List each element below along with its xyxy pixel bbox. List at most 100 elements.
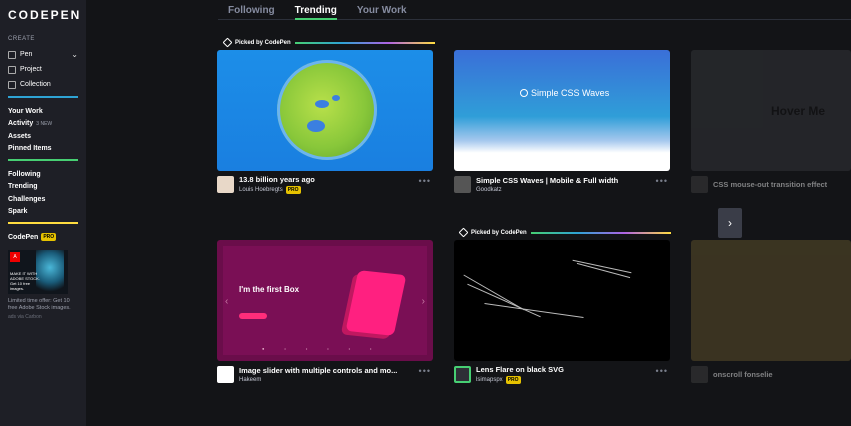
pen-preview-waves[interactable]: Simple CSS Waves: [454, 50, 670, 171]
slider-heading: I'm the first Box: [239, 285, 300, 294]
chevron-down-icon[interactable]: ⌄: [71, 50, 78, 59]
pen-card[interactable]: 13.8 billion years ago Louis Hoebregts PR…: [217, 50, 435, 195]
more-options-icon[interactable]: •••: [419, 176, 431, 186]
picked-gradient-line: [294, 41, 435, 44]
nav-pinned-items[interactable]: Pinned Items: [8, 143, 78, 156]
globe-lake: [332, 95, 340, 101]
pen-author[interactable]: Louis Hoebregts: [239, 187, 283, 193]
more-options-icon[interactable]: •••: [656, 176, 668, 186]
pen-meta: Simple CSS Waves | Mobile & Full width G…: [454, 171, 672, 195]
picked-text: Picked by CodePen: [235, 39, 291, 46]
nav-your-work[interactable]: Your Work: [8, 105, 78, 118]
lens-streak: [572, 259, 632, 274]
pen-author[interactable]: Goodkatz: [476, 187, 502, 193]
ad-via-carbon[interactable]: ads via Carbon: [8, 314, 78, 320]
lens-streak: [484, 303, 584, 318]
chevron-right-icon: ›: [728, 216, 732, 230]
nav-trending-label: Trending: [8, 183, 38, 191]
nav-codepen-pro[interactable]: CodePen PRO: [8, 231, 78, 244]
nav-assets[interactable]: Assets: [8, 130, 78, 143]
tab-following[interactable]: Following: [228, 0, 275, 20]
project-icon: [8, 65, 16, 74]
pen-meta: Image slider with multiple controls and …: [217, 361, 435, 385]
more-options-icon[interactable]: •••: [419, 366, 431, 376]
more-options-icon[interactable]: •••: [656, 366, 668, 376]
nav-your-work-label: Your Work: [8, 107, 43, 115]
globe-lake: [307, 120, 325, 132]
divider-yellow: [8, 222, 78, 224]
avatar[interactable]: [691, 175, 708, 193]
pen-title[interactable]: Image slider with multiple controls and …: [239, 366, 397, 375]
pen-preview-slider[interactable]: I'm the first Box ‹ › ● • • • • •: [217, 240, 433, 361]
sidebar-ad-image[interactable]: A MAKE IT WITH ADOBE STOCK. Get 10 free …: [8, 249, 68, 294]
avatar[interactable]: [454, 175, 471, 193]
create-collection-button[interactable]: Collection: [8, 77, 78, 92]
divider-green: [8, 159, 78, 161]
nav-pinned-items-label: Pinned Items: [8, 145, 52, 153]
nav-following-label: Following: [8, 170, 41, 178]
pen-meta: onscroll fonselie: [691, 361, 851, 385]
nav-activity[interactable]: Activity 3 NEW: [8, 118, 78, 131]
slider-pagination: ● • • • • •: [262, 346, 372, 351]
nav-trending[interactable]: Trending: [8, 181, 78, 194]
waves-preview-title: Simple CSS Waves: [520, 88, 609, 98]
codepen-icon: [222, 37, 233, 48]
avatar[interactable]: [454, 365, 471, 383]
ad-image-text: MAKE IT WITH ADOBE STOCK. Get 10 free im…: [10, 270, 40, 291]
codepen-logo[interactable]: CODEPEN: [8, 8, 79, 22]
pen-author[interactable]: lsimapspx: [476, 377, 503, 383]
pen-card[interactable]: Simple CSS Waves Simple CSS Waves | Mobi…: [454, 50, 672, 195]
tab-trending[interactable]: Trending: [294, 0, 337, 20]
avatar[interactable]: [217, 365, 234, 383]
pen-card[interactable]: onscroll fonselie: [691, 240, 851, 385]
pen-title[interactable]: CSS mouse-out transition effect: [713, 180, 827, 189]
pen-preview-grid[interactable]: [691, 240, 851, 361]
collection-icon: [8, 80, 16, 89]
picked-text: Picked by CodePen: [471, 229, 527, 236]
create-project-button[interactable]: Project: [8, 62, 78, 77]
pen-author[interactable]: Hakeem: [239, 377, 261, 383]
avatar[interactable]: [691, 365, 708, 383]
activity-new-badge: 3 NEW: [36, 120, 53, 127]
pen-icon: [8, 50, 16, 59]
avatar[interactable]: [217, 175, 234, 193]
picked-by-codepen-label: Picked by CodePen: [222, 37, 435, 48]
chevron-left-icon: ‹: [225, 296, 229, 307]
nav-challenges[interactable]: Challenges: [8, 193, 78, 206]
create-pen-label: Pen: [20, 51, 33, 58]
pen-card[interactable]: I'm the first Box ‹ › ● • • • • • Image slide…: [217, 240, 435, 385]
pen-title[interactable]: 13.8 billion years ago: [239, 175, 315, 184]
create-collection-label: Collection: [20, 81, 51, 88]
pen-preview-earth[interactable]: [217, 50, 433, 171]
picked-by-codepen-label: Picked by CodePen: [458, 227, 671, 238]
pen-card[interactable]: Hover Me CSS mouse-out transition effect: [691, 50, 851, 195]
pen-meta: Lens Flare on black SVG lsimapspx PRO •••: [454, 361, 672, 385]
nav-following[interactable]: Following: [8, 168, 78, 181]
pen-preview-lens-flare[interactable]: [454, 240, 670, 361]
next-page-button[interactable]: ›: [718, 208, 742, 238]
create-label: CREATE: [8, 36, 35, 42]
tab-your-work[interactable]: Your Work: [357, 0, 407, 20]
pen-title[interactable]: onscroll fonselie: [713, 370, 773, 379]
nav-assets-label: Assets: [8, 132, 31, 140]
pen-card[interactable]: Lens Flare on black SVG lsimapspx PRO •••: [454, 240, 672, 385]
create-pen-button[interactable]: Pen ⌄: [8, 47, 78, 62]
hover-me-text: Hover Me: [771, 104, 826, 118]
pro-badge: PRO: [505, 375, 521, 384]
codepen-icon: [458, 227, 469, 238]
adobe-logo-icon: A: [10, 251, 20, 262]
sidebar: CODEPEN CREATE Pen ⌄ Project Collection …: [0, 0, 86, 426]
pen-meta: CSS mouse-out transition effect: [691, 171, 851, 195]
nav-activity-label: Activity: [8, 120, 34, 128]
nav-spark[interactable]: Spark: [8, 206, 78, 219]
pen-preview-hover[interactable]: Hover Me: [691, 50, 851, 171]
pen-title[interactable]: Lens Flare on black SVG: [476, 365, 564, 374]
pen-title[interactable]: Simple CSS Waves | Mobile & Full width: [476, 176, 618, 185]
ad-caption[interactable]: Limited time offer: Get 10 free Adobe St…: [8, 298, 78, 312]
picked-gradient-line: [530, 231, 671, 234]
nav-spark-label: Spark: [8, 208, 28, 216]
divider-blue: [8, 96, 78, 98]
codepen-pro-label: CodePen: [8, 233, 39, 241]
chevron-right-icon: ›: [421, 296, 425, 307]
waves-preview-text: Simple CSS Waves: [531, 88, 610, 98]
